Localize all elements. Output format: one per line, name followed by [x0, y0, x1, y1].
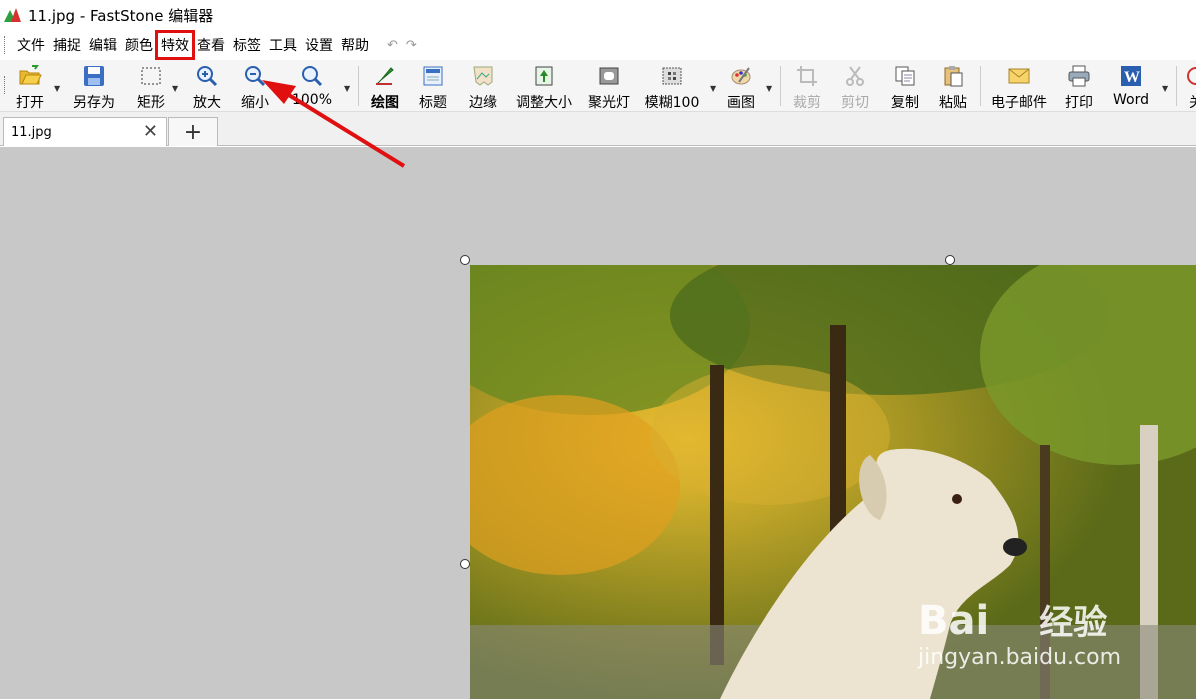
resize-icon	[532, 64, 556, 88]
draw-icon	[373, 64, 397, 88]
toolbar-separator	[980, 66, 981, 106]
zoom-out-button[interactable]: 缩小	[238, 60, 272, 112]
toolbar-grip	[4, 76, 7, 94]
window-title: 11.jpg - FastStone 编辑器	[28, 6, 214, 25]
toolbar-separator	[358, 66, 359, 106]
watermark-url: jingyan.baidu.com	[918, 645, 1122, 670]
word-button[interactable]: W Word	[1108, 60, 1154, 112]
blur-icon	[660, 64, 684, 88]
blur-dropdown-icon[interactable]: ▼	[710, 84, 716, 93]
copy-icon	[893, 64, 917, 88]
menu-capture[interactable]: 捕捉	[49, 32, 85, 58]
close-button[interactable]: 关	[1184, 60, 1196, 112]
menu-grip	[4, 36, 7, 54]
rect-dropdown-icon[interactable]: ▼	[172, 84, 178, 93]
magnifier-icon	[300, 64, 324, 88]
menu-color[interactable]: 颜色	[121, 32, 157, 58]
tab-close-icon[interactable]: ✕	[143, 121, 158, 142]
menu-settings[interactable]: 设置	[301, 32, 337, 58]
caption-button[interactable]: 标题	[416, 60, 450, 112]
copy-button[interactable]: 复制	[888, 60, 922, 112]
zoom-in-icon	[195, 64, 219, 88]
palette-icon	[729, 64, 753, 88]
toolbar: 打开 ▼ 另存为 矩形 ▼ 放大 缩小 100% ▼ 绘图 标题 边缘 调整大小…	[0, 60, 1196, 112]
crop-button[interactable]: 裁剪	[790, 60, 824, 112]
scissors-icon	[843, 64, 867, 88]
tab-label: 11.jpg	[11, 124, 52, 140]
tab-11-jpg[interactable]: 11.jpg ✕	[3, 117, 167, 146]
zoom-dropdown-icon[interactable]: ▼	[344, 84, 350, 93]
email-button[interactable]: 电子邮件	[988, 60, 1050, 112]
caption-icon	[421, 64, 445, 88]
menu-file[interactable]: 文件	[13, 32, 49, 58]
printer-icon	[1067, 64, 1091, 88]
paint-button[interactable]: 画图	[724, 60, 758, 112]
resize-handle-top-center[interactable]	[945, 255, 955, 265]
draw-button[interactable]: 绘图	[368, 60, 402, 112]
toolbar-separator	[780, 66, 781, 106]
spotlight-icon	[597, 64, 621, 88]
menu-tags[interactable]: 标签	[229, 32, 265, 58]
spotlight-button[interactable]: 聚光灯	[586, 60, 632, 112]
cut-button[interactable]: 剪切	[838, 60, 872, 112]
save-as-button[interactable]: 另存为	[68, 60, 120, 112]
redo-icon[interactable]: ↷	[406, 38, 417, 53]
menu-effects[interactable]: 特效	[155, 30, 195, 60]
toolbar-separator	[1176, 66, 1177, 106]
app-icon	[4, 6, 22, 24]
word-icon: W	[1119, 64, 1143, 88]
plus-icon: +	[183, 119, 203, 145]
title-bar: 11.jpg - FastStone 编辑器	[0, 0, 1196, 30]
zoom-out-icon	[243, 64, 267, 88]
watermark-brand: Bai 经验	[918, 598, 1108, 644]
zoom-in-button[interactable]: 放大	[190, 60, 224, 112]
crop-icon	[795, 64, 819, 88]
close-icon	[1184, 64, 1196, 88]
open-button[interactable]: 打开	[12, 60, 48, 112]
menu-help[interactable]: 帮助	[337, 32, 373, 58]
resize-handle-middle-left[interactable]	[460, 559, 470, 569]
paste-button[interactable]: 粘贴	[936, 60, 970, 112]
word-dropdown-icon[interactable]: ▼	[1162, 84, 1168, 93]
new-tab-button[interactable]: +	[168, 117, 218, 146]
open-dropdown-icon[interactable]: ▼	[54, 84, 60, 93]
resize-button[interactable]: 调整大小	[514, 60, 574, 112]
zoom-100-button[interactable]: 100%	[290, 60, 334, 112]
paste-icon	[941, 64, 965, 88]
menu-tools[interactable]: 工具	[265, 32, 301, 58]
menu-bar: 文件 捕捉 编辑 颜色 特效 查看 标签 工具 设置 帮助 ↶ ↷	[0, 30, 1196, 60]
undo-icon[interactable]: ↶	[387, 38, 398, 53]
tab-bar: 11.jpg ✕ +	[0, 112, 1196, 146]
print-button[interactable]: 打印	[1062, 60, 1096, 112]
folder-open-icon	[18, 64, 42, 88]
resize-handle-top-left[interactable]	[460, 255, 470, 265]
save-icon	[82, 64, 106, 88]
rectangle-select-button[interactable]: 矩形	[134, 60, 168, 112]
svg-text:W: W	[1124, 69, 1140, 86]
envelope-icon	[1007, 64, 1031, 88]
edge-button[interactable]: 边缘	[466, 60, 500, 112]
edge-icon	[471, 64, 495, 88]
blur-button[interactable]: 模糊100	[642, 60, 702, 112]
rectangle-select-icon	[139, 64, 163, 88]
image-photo[interactable]: Bai 经验 jingyan.baidu.com	[470, 265, 1196, 699]
menu-edit[interactable]: 编辑	[85, 32, 121, 58]
paint-dropdown-icon[interactable]: ▼	[766, 84, 772, 93]
menu-view[interactable]: 查看	[193, 32, 229, 58]
